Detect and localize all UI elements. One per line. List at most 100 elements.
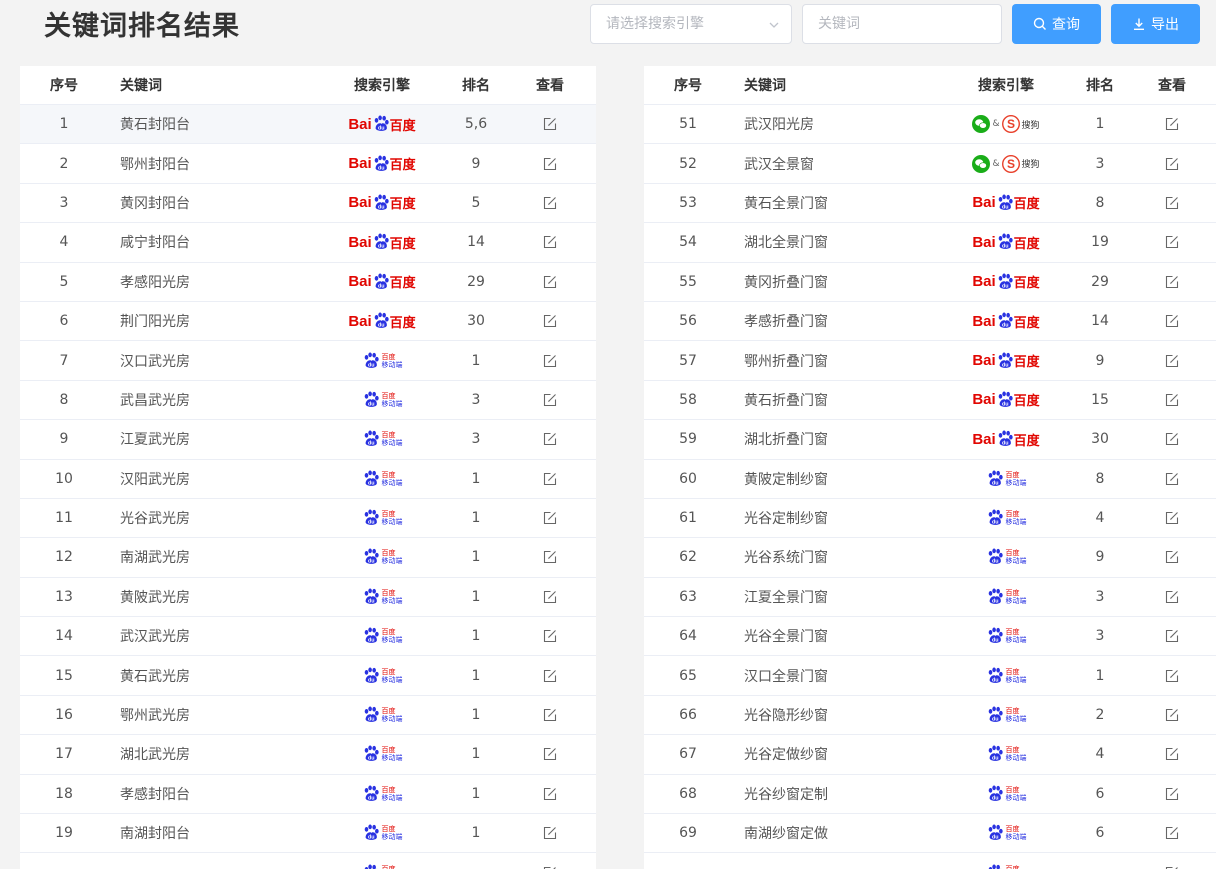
view-button[interactable] xyxy=(504,235,596,249)
mobile-logo-line2: 移动端 xyxy=(381,478,403,487)
baidu-logo-text: Bai xyxy=(972,273,996,291)
svg-text:du: du xyxy=(991,598,998,604)
baidu-logo-text: Bai xyxy=(348,312,372,330)
view-button[interactable] xyxy=(1128,354,1216,368)
view-button[interactable] xyxy=(504,747,596,761)
row-idx: 66 xyxy=(679,707,697,724)
baidu-logo: Bai du 百度 xyxy=(972,390,1039,409)
view-button[interactable] xyxy=(1128,747,1216,761)
baidu-logo-text: Bai xyxy=(972,391,996,409)
row-idx: 16 xyxy=(55,707,73,724)
mobile-logo-line2: 移动端 xyxy=(381,715,403,724)
view-button[interactable] xyxy=(504,472,596,486)
mobile-logo-line2: 移动端 xyxy=(381,793,403,802)
baidu-paw-icon: du xyxy=(364,745,379,762)
view-button[interactable] xyxy=(1128,117,1216,131)
table-header: 序号 关键词 搜索引擎 排名 查看 xyxy=(20,66,596,105)
view-button[interactable] xyxy=(504,590,596,604)
row-engine: Bai du 百度 xyxy=(316,233,448,252)
view-button[interactable] xyxy=(1128,590,1216,604)
baidu-logo: Bai du 百度 xyxy=(348,154,415,173)
svg-text:du: du xyxy=(991,716,998,722)
svg-text:du: du xyxy=(367,795,374,801)
view-button[interactable] xyxy=(1128,550,1216,564)
view-button[interactable] xyxy=(504,787,596,801)
view-button[interactable] xyxy=(1128,708,1216,722)
keyword-input[interactable] xyxy=(802,4,1002,44)
baidu-mobile-logo: du百度移动端 xyxy=(986,824,1027,842)
view-button[interactable] xyxy=(1128,393,1216,407)
col-idx: 序号 xyxy=(674,78,702,94)
view-button[interactable] xyxy=(504,354,596,368)
view-button[interactable] xyxy=(504,196,596,210)
table-row: 14 武汉武光房 du 百度 移动端 1 xyxy=(20,617,596,657)
view-button[interactable] xyxy=(504,432,596,446)
view-button[interactable] xyxy=(1128,787,1216,801)
view-button[interactable] xyxy=(1128,157,1216,171)
baidu-mobile-logo: du百度移动端 xyxy=(362,509,403,527)
view-button[interactable] xyxy=(504,669,596,683)
baidu-mobile-logo: du百度移动端 xyxy=(362,470,403,488)
view-button[interactable] xyxy=(504,866,596,869)
view-button[interactable] xyxy=(1128,196,1216,210)
baidu-paw-icon: du xyxy=(364,706,379,722)
view-button[interactable] xyxy=(504,275,596,289)
row-idx: 61 xyxy=(679,510,697,527)
query-button[interactable]: 查询 xyxy=(1012,4,1101,44)
baidu-mobile-logo: du百度移动端 xyxy=(986,864,1027,869)
view-button[interactable] xyxy=(1128,235,1216,249)
row-keyword: 光谷武光房 xyxy=(120,511,190,528)
view-button[interactable] xyxy=(1128,275,1216,289)
view-button[interactable] xyxy=(504,157,596,171)
view-button[interactable] xyxy=(504,117,596,131)
mobile-logo-line1: 百度 xyxy=(1005,510,1020,519)
baidu-paw-icon: du xyxy=(998,233,1013,250)
table-row: 66 光谷隐形纱窗 du 百度 移动端 2 xyxy=(644,696,1216,736)
view-button[interactable] xyxy=(1128,432,1216,446)
baidu-logo-text: Bai xyxy=(972,430,996,448)
view-button[interactable] xyxy=(1128,826,1216,840)
view-button[interactable] xyxy=(1128,866,1216,869)
mobile-logo-line2: 移动端 xyxy=(1005,557,1027,566)
view-button[interactable] xyxy=(504,629,596,643)
row-engine: du百度移动端 xyxy=(940,745,1072,763)
svg-text:du: du xyxy=(1002,244,1009,250)
row-engine: Bai du 百度 xyxy=(940,351,1072,370)
row-engine: du百度移动端 xyxy=(940,824,1072,842)
row-engine: du百度移动端 xyxy=(316,548,448,566)
baidu-logo-zh: 百度 xyxy=(389,276,416,292)
view-button[interactable] xyxy=(504,393,596,407)
row-idx: 55 xyxy=(679,273,697,290)
table-row: 61 光谷定制纱窗 du 百度 移动端 4 xyxy=(644,499,1216,539)
row-rank: 5,6 xyxy=(464,116,488,133)
baidu-paw-icon: du xyxy=(988,706,1003,722)
view-button[interactable] xyxy=(504,826,596,840)
view-button[interactable] xyxy=(504,708,596,722)
view-button[interactable] xyxy=(504,550,596,564)
mobile-logo-line2: 移动端 xyxy=(381,399,403,408)
baidu-paw-icon: du xyxy=(364,627,379,644)
view-button[interactable] xyxy=(504,314,596,328)
view-button[interactable] xyxy=(504,511,596,525)
view-button[interactable] xyxy=(1128,669,1216,683)
view-button[interactable] xyxy=(1128,472,1216,486)
view-button[interactable] xyxy=(1128,629,1216,643)
row-engine: Bai du 百度 xyxy=(940,193,1072,212)
baidu-logo: Bai du 百度 xyxy=(972,233,1039,252)
export-button[interactable]: 导出 xyxy=(1111,4,1200,44)
view-button[interactable] xyxy=(1128,511,1216,525)
edit-icon xyxy=(543,472,557,485)
baidu-paw-icon: du xyxy=(988,509,1003,525)
mobile-logo-line2: 移动端 xyxy=(381,557,403,566)
engine-select[interactable]: 请选择搜索引擎 xyxy=(590,4,792,44)
baidu-logo-zh: 百度 xyxy=(1013,433,1040,449)
wechat-sogou-logo: & S 搜狗 xyxy=(972,115,1040,134)
baidu-paw-icon: du xyxy=(364,470,379,486)
row-rank: 1 xyxy=(471,785,481,802)
view-button[interactable] xyxy=(1128,314,1216,328)
baidu-paw-icon: du xyxy=(374,312,389,329)
table-row: 59 湖北折叠门窗 Bai du 百度 30 xyxy=(644,420,1216,460)
table-row: 18 孝感封阳台 du 百度 移动端 1 xyxy=(20,775,596,815)
edit-icon xyxy=(543,827,557,840)
row-keyword: 孝感封阳台 xyxy=(120,786,190,803)
